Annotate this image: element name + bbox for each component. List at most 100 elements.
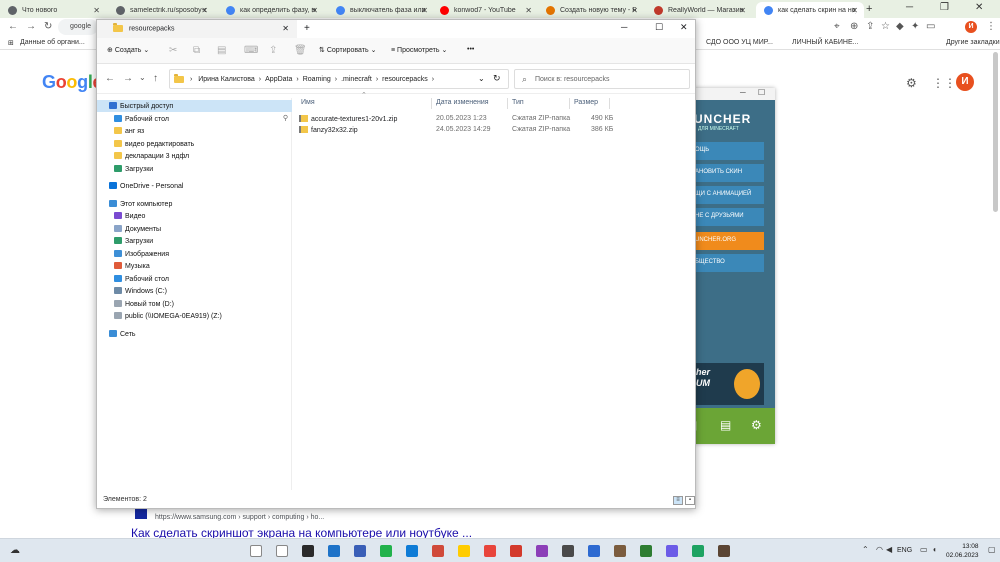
bookmark-item[interactable]: Данные об органи... [20,39,85,46]
nav-item[interactable]: Новый том (D:) [97,298,292,310]
browser-tab[interactable]: konwod7 - YouTube ✕ [432,2,538,18]
explorer-maximize-icon[interactable]: ☐ [655,22,663,33]
wifi-icon[interactable]: ◠ [876,545,883,554]
taskbar-app-icon[interactable] [562,545,574,557]
weather-icon[interactable]: ☁ [10,545,20,556]
forward-icon[interactable]: → [26,21,36,32]
minimize-icon[interactable]: ─ [906,2,913,13]
taskbar-app-icon[interactable] [666,545,678,557]
back-icon[interactable]: ← [8,21,18,32]
breadcrumb-separator-icon[interactable]: › [296,76,298,83]
share-icon[interactable]: ⇪ [866,21,874,32]
taskbar-app-icon[interactable] [250,545,262,557]
taskbar-app-icon[interactable] [614,545,626,557]
nav-item[interactable]: Документы [97,223,292,235]
maximize-icon[interactable]: ❐ [940,2,949,13]
taskbar-app-icon[interactable] [692,545,704,557]
speaker-icon[interactable]: ◖ [932,545,937,554]
zoom-icon[interactable]: ⊕ [850,21,858,32]
column-header-size[interactable]: Размер [574,99,598,106]
tab-close-icon[interactable]: ✕ [851,6,858,15]
browser-tab[interactable]: samelectrik.ru/sposoby-op...✕ [108,2,214,18]
nav-item[interactable]: Видео [97,210,292,222]
launcher-menu-button[interactable]: АНОВИТЬ СКИН [692,164,764,182]
bookmark-star-icon[interactable]: ☆ [881,21,890,32]
reload-icon[interactable]: ↻ [44,21,52,32]
nav-item[interactable]: Windows (C:) [97,285,292,297]
breadcrumb-separator-icon[interactable]: › [376,76,378,83]
address-bar[interactable]: google [58,19,98,35]
launcher-minimize-icon[interactable]: ─ [740,88,746,97]
column-header-name[interactable]: Имя [301,99,315,106]
delete-icon[interactable]: 🗑 [294,45,307,56]
tab-close-icon[interactable]: ✕ [739,6,746,15]
column-divider[interactable] [507,98,508,109]
tab-close-icon[interactable]: ✕ [631,6,638,15]
nav-item[interactable]: Изображения [97,248,292,260]
nav-item[interactable]: Рабочий стол [97,273,292,285]
breadcrumb-item[interactable]: resourcepacks [382,76,428,83]
breadcrumb[interactable]: › Ирина Калистова › AppData › Roaming › .minec… [169,69,509,89]
nav-item[interactable]: OneDrive - Personal [97,180,292,192]
browser-tab[interactable]: ReallyWorld — Магазин се...✕ [646,2,752,18]
column-divider[interactable] [569,98,570,109]
launcher-menu-button[interactable]: НЕ С ДРУЗЬЯМИ [692,208,764,226]
volume-icon[interactable]: ◀ [886,545,892,554]
nav-item[interactable]: Рабочий стол ⚲ [97,113,292,125]
nav-item[interactable]: видео редактировать [97,138,292,150]
nav-item[interactable]: Музыка [97,260,292,272]
page-scrollbar[interactable] [993,52,998,212]
apps-grid-icon[interactable]: ⋮⋮ [932,76,956,90]
settings-gear-icon[interactable]: ⚙ [906,76,917,90]
tray-overflow-icon[interactable]: ⌃ [862,545,869,554]
tab-close-icon[interactable]: ✕ [282,24,289,33]
google-logo[interactable]: Google [42,72,103,93]
nav-item[interactable]: декларации 3 ндфл [97,150,292,162]
tab-close-icon[interactable]: ✕ [311,6,318,15]
breadcrumb-separator-icon[interactable]: › [259,76,261,83]
taskbar-app-icon[interactable] [458,545,470,557]
launcher-menu-button[interactable]: БЩЕСТВО [692,254,764,272]
taskbar-app-icon[interactable] [484,545,496,557]
nav-up-icon[interactable]: ↑ [153,73,158,84]
sort-button[interactable]: ⇅ Сортировать ⌄ [319,46,376,54]
tab-close-icon[interactable]: ✕ [93,6,100,15]
result-url[interactable]: https://www.samsung.com › support › comp… [155,514,324,521]
share-icon[interactable]: ⇪ [269,45,277,56]
launcher-menu-button[interactable]: ЩИ С АНИМАЦИЕЙ [692,186,764,204]
taskbar-app-icon[interactable] [640,545,652,557]
more-options-button[interactable]: ••• [467,46,474,53]
column-divider[interactable] [431,98,432,109]
bookmark-apps-icon[interactable]: ⊞ [8,39,14,47]
column-divider[interactable] [609,98,610,109]
nav-item[interactable]: public (\\IOMEGA-0EA919) (Z:) [97,310,292,322]
create-button[interactable]: ⊕ Создать ⌄ [107,46,149,54]
launcher-banner[interactable]: her UM [692,363,764,405]
nav-item[interactable]: Загрузки [97,163,292,175]
breadcrumb-separator-icon[interactable]: › [432,76,434,83]
browser-tab[interactable]: Что нового ✕ [0,2,106,18]
breadcrumb-item[interactable]: Ирина Калистова [198,76,255,83]
nav-item[interactable]: Сеть [97,328,292,340]
new-tab-icon[interactable]: + [304,23,310,34]
taskbar-app-icon[interactable] [354,545,366,557]
paste-icon[interactable]: ▤ [217,45,226,56]
browser-tab[interactable]: Создать новую тему - Ro...✕ [538,2,644,18]
language-indicator[interactable]: ENG [897,547,912,554]
bookmark-item[interactable]: СДО ООО УЦ МИР... [706,39,773,46]
tiles-view-icon[interactable]: ▪ [685,496,695,505]
folder-icon[interactable]: ▤ [720,418,731,432]
breadcrumb-item[interactable]: Roaming [303,76,331,83]
launcher-maximize-icon[interactable]: ☐ [758,88,765,97]
address-dropdown-icon[interactable]: ⌄ [478,74,485,83]
nav-item[interactable]: Этот компьютер [97,198,292,210]
explorer-minimize-icon[interactable]: ─ [621,22,627,32]
tab-close-icon[interactable]: ✕ [201,6,208,15]
taskbar-app-icon[interactable] [276,545,288,557]
location-icon[interactable]: ⌖ [834,21,840,32]
taskbar-app-icon[interactable] [718,545,730,557]
details-view-icon[interactable]: ≡ [673,496,683,505]
taskbar-app-icon[interactable] [406,545,418,557]
breadcrumb-separator-icon[interactable]: › [335,76,337,83]
cut-icon[interactable]: ✂ [169,45,177,56]
